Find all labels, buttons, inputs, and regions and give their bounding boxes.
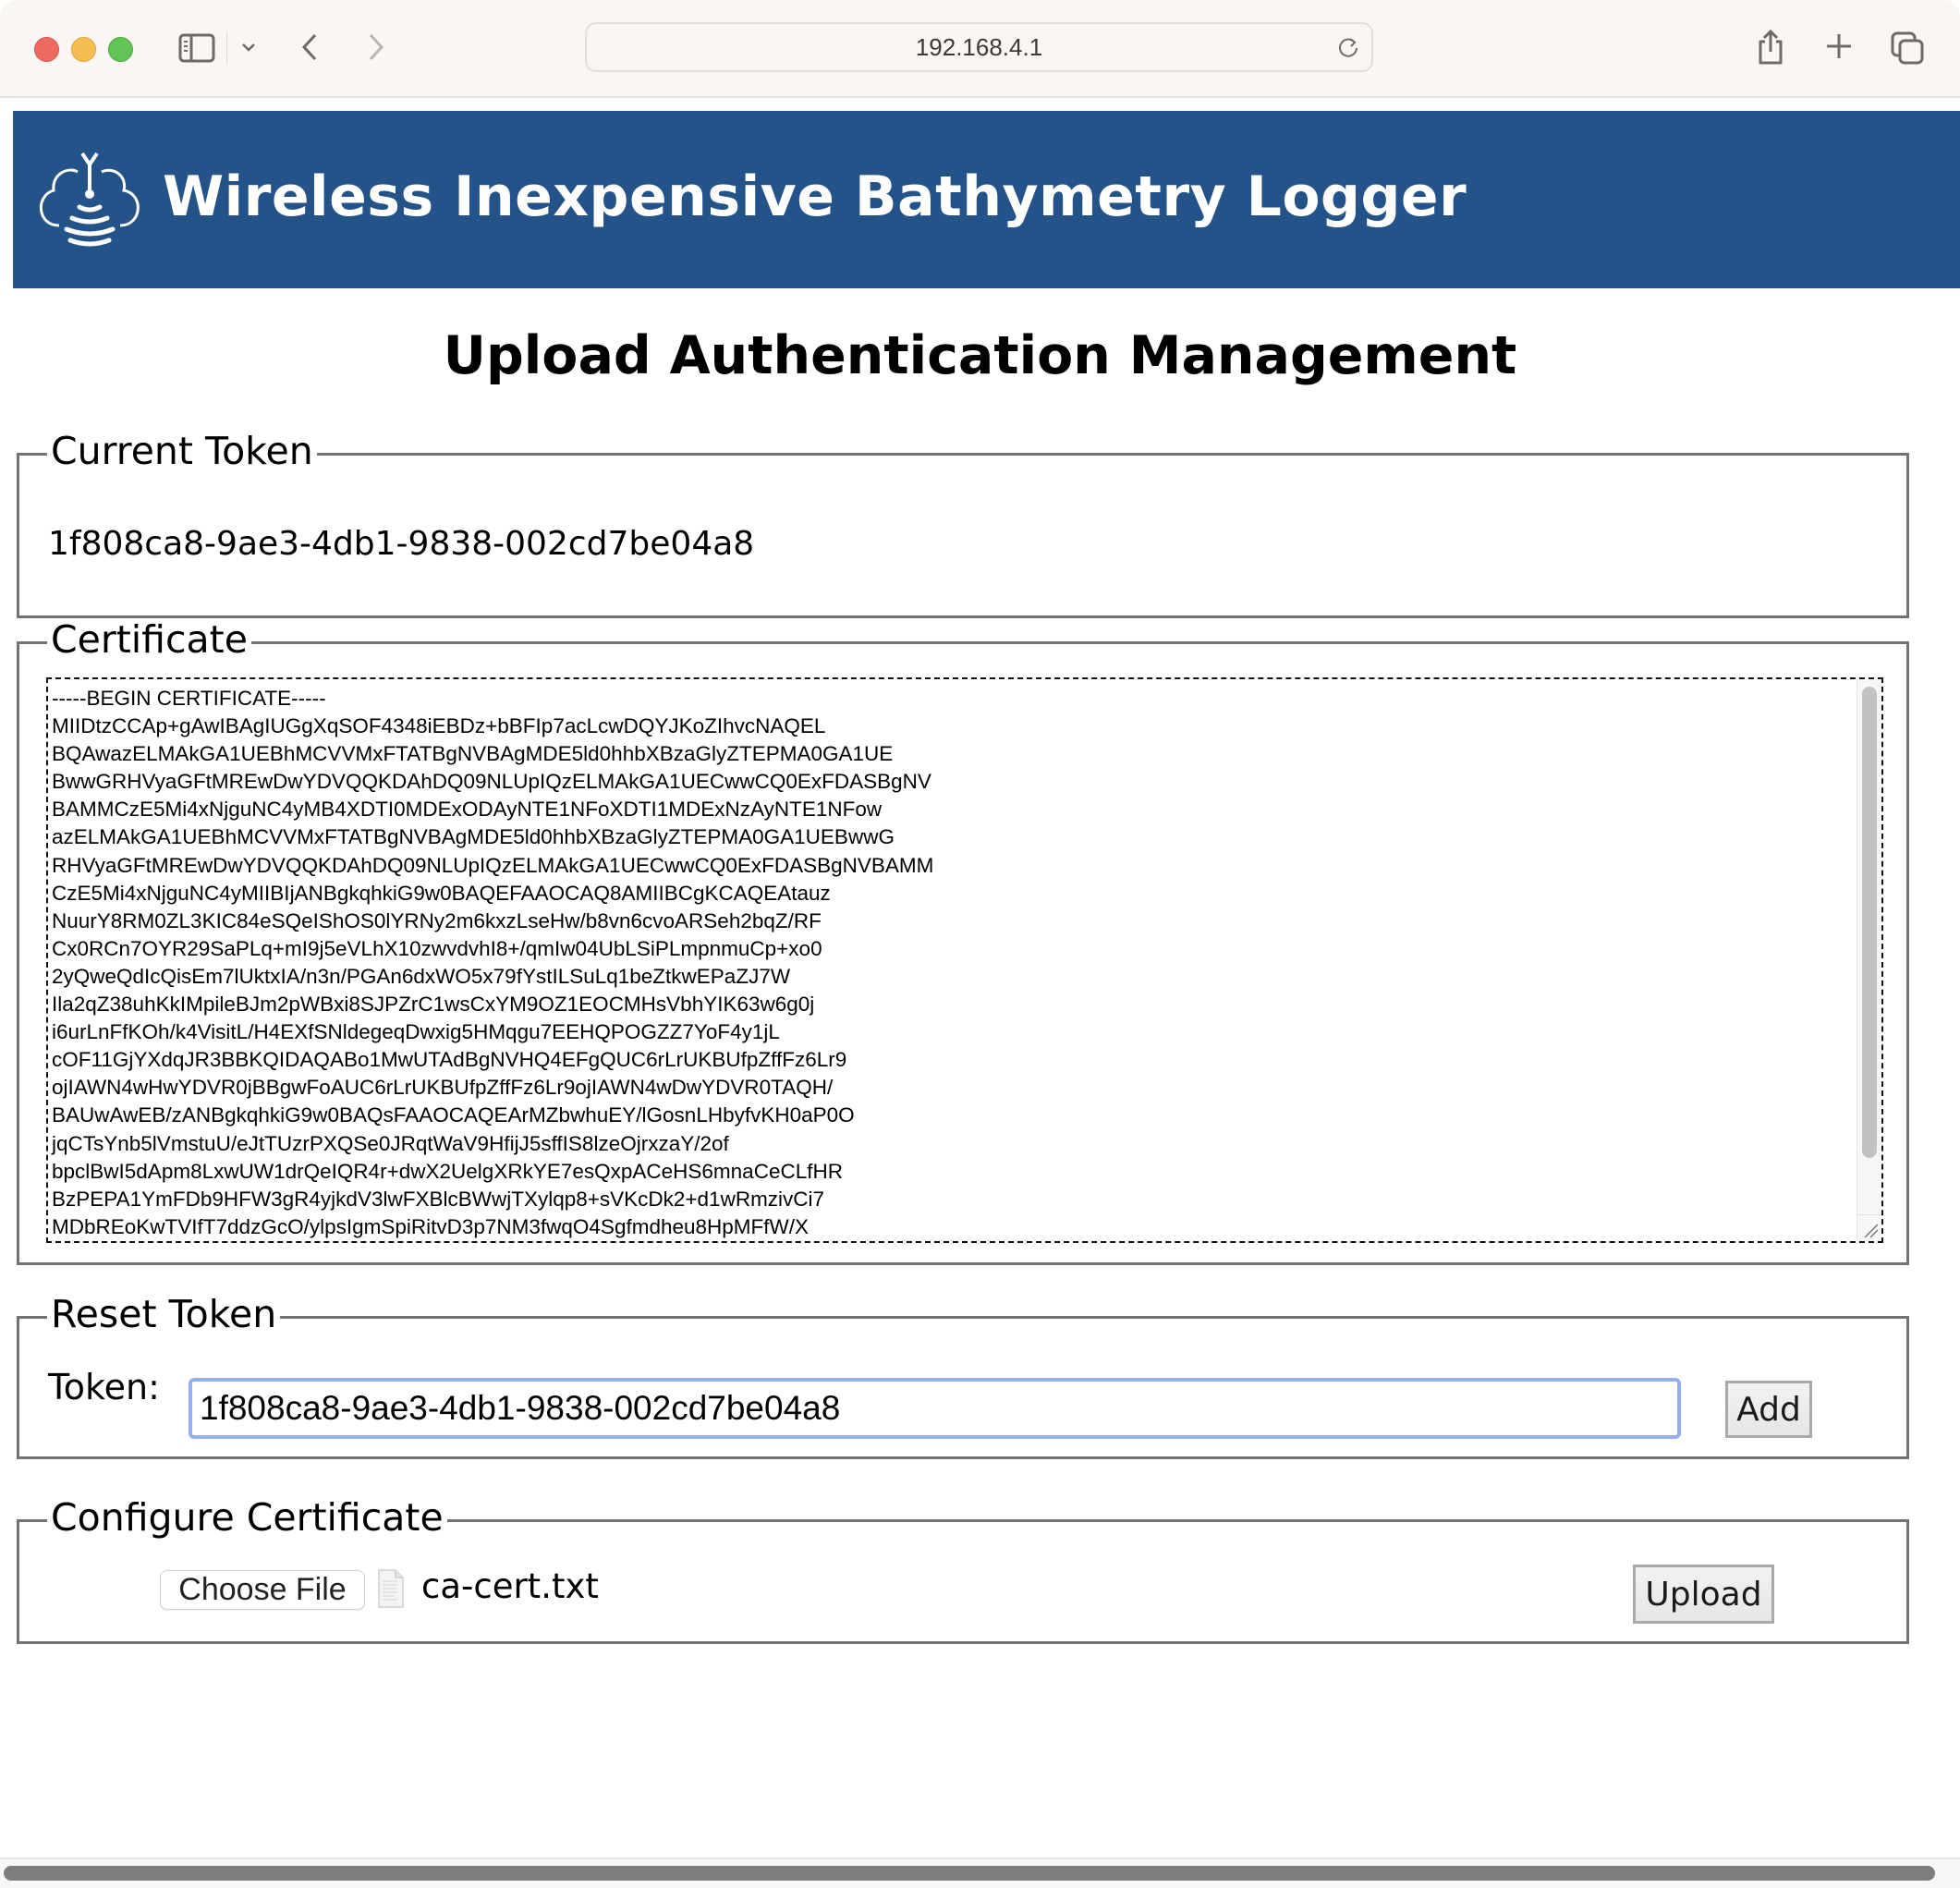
certificate-line: 2yQweQdIcQisEm7lUktxIA/n3n/PGAn6dxWO5x79… [52,964,791,988]
chevron-down-icon[interactable] [238,35,259,59]
reset-token-section: Reset Token Token: Add [17,1294,1909,1459]
certificate-line: cOF11GjYXdqJR3BBKQIDAQABo1MwUTAdBgNVHQ4E… [52,1048,847,1072]
chevron-right-icon[interactable] [362,30,390,65]
certificate-line: i6urLnFfKOh/k4VisitL/H4EXfSNldegeqDwxig5… [52,1020,780,1044]
certificate-line: -----BEGIN CERTIFICATE----- [52,687,326,710]
certificate-line: MDbREoKwTVIfT7ddzGcO/ylpsIgmSpiRitvD3p7N… [52,1214,810,1238]
wireless-sonar-cloud-logo [31,150,148,250]
selected-file-name: ca-cert.txt [421,1566,599,1606]
browser-toolbar: 192.168.4.1 [0,0,1960,98]
certificate-textarea[interactable]: -----BEGIN CERTIFICATE----- MIIDtzCCAp+gA… [46,677,1883,1243]
token-input[interactable] [189,1378,1681,1439]
close-window-button[interactable] [34,37,59,62]
tab-overview-icon[interactable] [1889,30,1926,67]
current-token-legend: Current Token [47,431,317,471]
certificate-line: BAMMCzE5Mi4xNjguNC4yMB4XDTI0MDExODAyNTE1… [52,798,883,822]
share-icon[interactable] [1754,28,1787,67]
certificate-line: BwwGRHVyaGFtMREwDwYDVQQKDAhDQ09NLUpIQzEL… [52,770,931,794]
chevron-left-icon[interactable] [296,30,323,65]
configure-certificate-section: Configure Certificate Choose File ca-cer… [17,1497,1909,1644]
current-token-value: 1f808ca8-9ae3-4db1-9838-002cd7be04a8 [48,525,755,563]
certificate-line: RHVyaGFtMREwDwYDVQQKDAhDQ09NLUpIQzELMAkG… [52,853,934,877]
certificate-line: azELMAkGA1UEBhMCVVMxFTATBgNVBAgMDE5ld0hh… [52,825,895,849]
certificate-line: MIIDtzCCAp+gAwIBAgIUGgXqSOF4348iEBDz+bBF… [52,714,826,738]
certificate-line: bpclBwI5dApm8LxwUW1drQeIQR4r+dwX2UelgXRk… [52,1159,843,1183]
upload-button[interactable]: Upload [1633,1565,1774,1624]
choose-file-button[interactable]: Choose File [160,1570,365,1610]
page-horizontal-scrollbar-thumb[interactable] [4,1866,1935,1881]
certificate-section: Certificate -----BEGIN CERTIFICATE----- M… [17,619,1909,1265]
reset-token-legend: Reset Token [47,1294,281,1334]
certificate-line: NuurY8RM0ZL3KIC84eSQeIShOS0lYRNy2m6kxzLs… [52,908,822,932]
certificate-line: BzPEPA1YmFDb9HFW3gR4yjkdV3lwFXBlcBWwjTXy… [52,1187,825,1211]
minimize-window-button[interactable] [71,37,96,62]
certificate-line: CzE5Mi4xNjguNC4yMIIBIjANBgkqhkiG9w0BAQEF… [52,881,831,905]
certificate-line: ojIAWN4wHwYDVR0jBBgwFoAUC6rLrUKBUfpZffFz… [52,1076,834,1100]
address-bar[interactable]: 192.168.4.1 [585,22,1373,72]
certificate-line: Ila2qZ38uhKkIMpileBJm2pWBxi8SJPZrC1wsCxY… [52,993,815,1017]
site-title: Wireless Inexpensive Bathymetry Logger [163,164,1467,229]
reload-icon[interactable] [1336,35,1360,59]
certificate-scrollbar-thumb[interactable] [1862,687,1877,1158]
certificate-scrollbar[interactable] [1857,679,1881,1215]
zoom-window-button[interactable] [108,37,133,62]
page-title: Upload Authentication Management [443,325,1517,386]
token-label: Token: [48,1367,160,1407]
certificate-line: BAUwAwEB/zANBgkqhkiG9w0BAQsFAAOCAQEArMZb… [52,1103,855,1127]
resize-handle-icon[interactable] [1857,1214,1881,1241]
certificate-line: jqCTsYnb5lVmstuU/eJtTUzrPXQSe0JRqtWaV9Hf… [52,1131,729,1155]
certificate-legend: Certificate [47,619,251,660]
url-text[interactable]: 192.168.4.1 [587,24,1371,70]
document-icon [377,1566,405,1611]
toolbar-divider [226,31,227,65]
site-banner: Wireless Inexpensive Bathymetry Logger [13,111,1960,288]
certificate-line: Cx0RCn7OYR29SaPLq+mI9j5eVLhX10zwvdvhI8+/… [52,936,822,960]
sidebar-icon[interactable] [178,33,215,63]
configure-certificate-legend: Configure Certificate [47,1497,447,1538]
certificate-text: -----BEGIN CERTIFICATE----- MIIDtzCCAp+gA… [52,685,933,1241]
certificate-line: BQAwazELMAkGA1UEBhMCVVMxFTATBgNVBAgMDE5l… [52,742,894,766]
page-horizontal-scrollbar[interactable] [0,1858,1960,1888]
plus-icon[interactable] [1822,30,1856,63]
current-token-section: Current Token 1f808ca8-9ae3-4db1-9838-00… [17,431,1909,618]
add-button[interactable]: Add [1725,1381,1812,1438]
